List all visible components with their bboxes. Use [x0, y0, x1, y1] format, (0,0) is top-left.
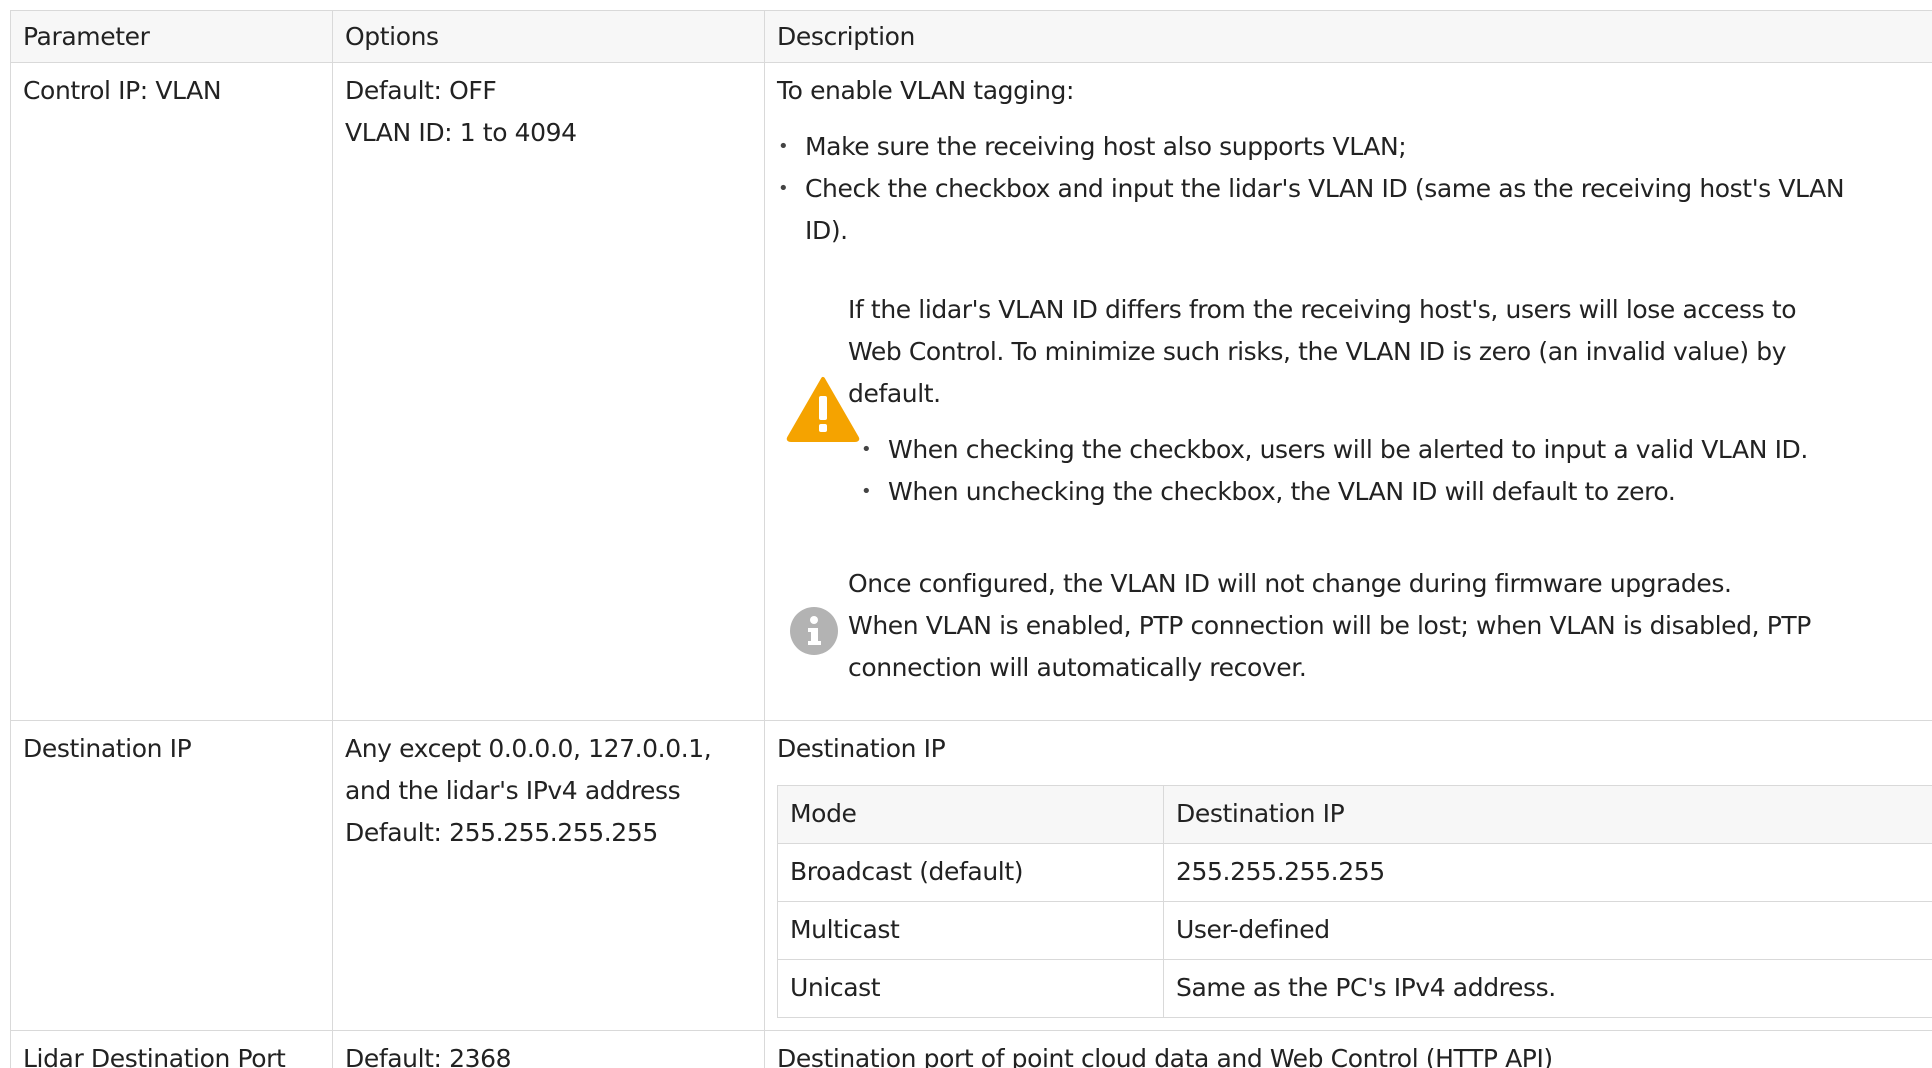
warning-text: If the lidar's VLAN ID differs from the … [848, 289, 1898, 513]
row-destination-port-description: Destination port of point cloud data and… [765, 1031, 1932, 1068]
mode-table-row-multicast-mode: Multicast [778, 902, 1164, 960]
info-icon [790, 607, 838, 655]
destination-port-parameter-name: Lidar Destination Port [23, 1044, 286, 1068]
warning-line: default. [848, 379, 941, 408]
vlan-description-intro-wrap: To enable VLAN tagging: [777, 70, 1074, 112]
vlan-description-intro: To enable VLAN tagging: [777, 76, 1075, 105]
info-line: Once configured, the VLAN ID will not ch… [848, 569, 1732, 598]
warning-bullet-list: When checking the checkbox, users will b… [848, 429, 1898, 513]
vlan-option-id-range: VLAN ID: 1 to 4094 [345, 118, 577, 147]
vlan-bullet-item: Make sure the receiving host also suppor… [765, 126, 1844, 168]
row-destination-port-parameter: Lidar Destination Port [11, 1031, 333, 1068]
parameter-table: Parameter Options Description Control IP… [10, 10, 1932, 1068]
mode-table-cell: 255.255.255.255 [1176, 857, 1385, 886]
destination-ip-title-wrap: Destination IP [777, 728, 946, 770]
header-description: Description [765, 11, 1932, 63]
mode-table-row-broadcast-mode: Broadcast (default) [778, 844, 1164, 902]
mode-table-header-mode: Mode [778, 786, 1164, 844]
mode-table-row-multicast-ip: User-defined [1164, 902, 1932, 960]
info-line: When VLAN is enabled, PTP connection wil… [848, 611, 1811, 640]
destination-port-option-default: Default: 2368 [345, 1044, 512, 1068]
row-destination-ip-parameter: Destination IP [11, 721, 333, 1031]
warning-line: Web Control. To minimize such risks, the… [848, 337, 1787, 366]
destination-ip-option-line: and the lidar's IPv4 address [345, 776, 681, 805]
mode-table-header-mode-label: Mode [790, 799, 857, 828]
vlan-option-default: Default: OFF [345, 76, 497, 105]
mode-table-cell: Same as the PC's IPv4 address. [1176, 973, 1556, 1002]
info-line: connection will automatically recover. [848, 653, 1307, 682]
header-parameter-label: Parameter [23, 22, 150, 51]
mode-table-cell: Multicast [790, 915, 900, 944]
row-destination-port-options: Default: 2368 [333, 1031, 765, 1068]
destination-ip-parameter-name: Destination IP [23, 734, 192, 763]
row-vlan-options: Default: OFF VLAN ID: 1 to 4094 [333, 63, 765, 721]
row-destination-ip-description: Destination IP Mode Destination IP Broad… [765, 721, 1932, 1031]
vlan-bullet-list: Make sure the receiving host also suppor… [765, 126, 1845, 252]
destination-ip-description-title: Destination IP [777, 734, 946, 763]
mode-table-header-ip-label: Destination IP [1176, 799, 1345, 828]
header-parameter: Parameter [11, 11, 333, 63]
destination-ip-mode-table: Mode Destination IP Broadcast (default) … [777, 785, 1932, 1018]
mode-table-header-ip: Destination IP [1164, 786, 1932, 844]
header-options-label: Options [345, 22, 439, 51]
warning-bullet-item: When unchecking the checkbox, the VLAN I… [848, 471, 1898, 513]
mode-table-row-unicast-mode: Unicast [778, 960, 1164, 1018]
destination-ip-option-default: Default: 255.255.255.255 [345, 818, 658, 847]
mode-table-cell: Unicast [790, 973, 881, 1002]
row-destination-ip-options: Any except 0.0.0.0, 127.0.0.1, and the l… [333, 721, 765, 1031]
vlan-bullet-item: Check the checkbox and input the lidar's… [765, 168, 1845, 210]
mode-table-row-unicast-ip: Same as the PC's IPv4 address. [1164, 960, 1932, 1018]
vlan-parameter-name: Control IP: VLAN [23, 76, 222, 105]
row-vlan-parameter: Control IP: VLAN [11, 63, 333, 721]
warning-line: If the lidar's VLAN ID differs from the … [848, 295, 1797, 324]
vlan-bullet-continuation: ID). [805, 216, 848, 245]
header-description-label: Description [777, 22, 915, 51]
info-text: Once configured, the VLAN ID will not ch… [848, 563, 1898, 689]
warning-bullet-item: When checking the checkbox, users will b… [848, 429, 1898, 471]
header-options: Options [333, 11, 765, 63]
row-vlan-description: To enable VLAN tagging: Make sure the re… [765, 63, 1932, 721]
mode-table-row-broadcast-ip: 255.255.255.255 [1164, 844, 1932, 902]
destination-ip-option-line: Any except 0.0.0.0, 127.0.0.1, [345, 734, 712, 763]
mode-table-cell: User-defined [1176, 915, 1330, 944]
mode-table-cell: Broadcast (default) [790, 857, 1024, 886]
destination-port-description-text: Destination port of point cloud data and… [777, 1044, 1553, 1068]
